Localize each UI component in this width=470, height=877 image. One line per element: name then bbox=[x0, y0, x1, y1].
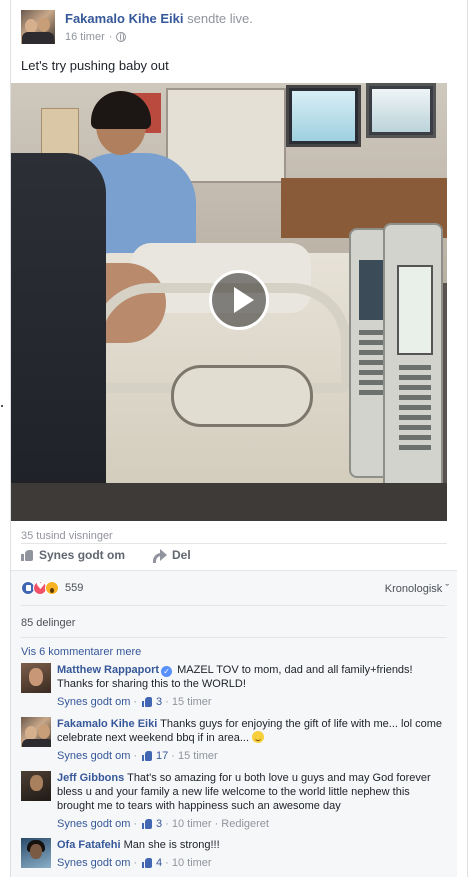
comment-time[interactable]: 15 timer bbox=[178, 749, 218, 763]
divider bbox=[21, 605, 447, 606]
commenter-name[interactable]: Matthew Rappaport bbox=[57, 664, 159, 676]
comment-content: Ofa Fatafehi Man she is strong!!! bbox=[57, 838, 220, 852]
comment-like-link[interactable]: Synes godt om bbox=[57, 817, 130, 831]
verified-badge-icon: ✓ bbox=[161, 666, 173, 677]
comment-sort-dropdown[interactable]: Kronologisk ˇ bbox=[385, 583, 449, 595]
comment-like-link[interactable]: Synes godt om bbox=[57, 695, 130, 709]
comment-body: Jeff Gibbons That's so amazing for u bot… bbox=[57, 771, 447, 831]
comment-item: Matthew Rappaport ✓ MAZEL TOV to mom, dad… bbox=[21, 663, 447, 709]
video-view-count: 35 tusind visninger bbox=[21, 530, 113, 542]
video-frame-floor bbox=[11, 483, 447, 521]
post-text: Let's try pushing baby out bbox=[21, 58, 169, 73]
author-avatar[interactable] bbox=[21, 10, 55, 44]
comment-like-count[interactable]: 3 bbox=[156, 817, 162, 831]
commenter-avatar[interactable] bbox=[21, 717, 51, 747]
post-header-meta: Fakamalo Kihe Eiki sendte live. 16 timer… bbox=[65, 11, 253, 44]
comment-time[interactable]: 10 timer bbox=[172, 856, 212, 870]
commenter-name[interactable]: Jeff Gibbons bbox=[57, 772, 124, 784]
comment-time[interactable]: 15 timer bbox=[172, 695, 212, 709]
share-button[interactable]: Del bbox=[153, 548, 191, 563]
comment-content: Matthew Rappaport ✓ MAZEL TOV to mom, dad… bbox=[57, 663, 447, 691]
post-timestamp[interactable]: 16 timer bbox=[65, 31, 105, 43]
share-button-label: Del bbox=[172, 548, 191, 562]
commenter-name[interactable]: Ofa Fatafehi bbox=[57, 839, 121, 851]
reactions-summary[interactable]: 559 bbox=[21, 581, 83, 595]
thumbs-up-icon bbox=[21, 549, 34, 561]
commenter-avatar[interactable] bbox=[21, 771, 51, 801]
like-button[interactable]: Synes godt om bbox=[21, 548, 125, 562]
thumbs-up-icon bbox=[142, 697, 153, 707]
comment-like-link[interactable]: Synes godt om bbox=[57, 856, 130, 870]
video-frame-monitor bbox=[286, 85, 361, 147]
thumbs-up-icon bbox=[142, 751, 153, 761]
comment-content: Fakamalo Kihe Eiki Thanks guys for enjoy… bbox=[57, 717, 447, 745]
thumbs-up-icon bbox=[142, 819, 153, 829]
commenter-avatar[interactable] bbox=[21, 663, 51, 693]
post-header: Fakamalo Kihe Eiki sendte live. 16 timer… bbox=[21, 10, 253, 44]
view-more-comments-link[interactable]: Vis 6 kommentarer mere bbox=[21, 646, 141, 658]
comment-like-count[interactable]: 4 bbox=[156, 856, 162, 870]
video-frame-infusion-pump bbox=[383, 223, 443, 508]
stray-dot bbox=[1, 405, 3, 407]
comment-text: Man she is strong!!! bbox=[123, 839, 220, 851]
video-frame-poster bbox=[41, 108, 79, 158]
comment-meta: Synes godt om · 3 · 15 timer bbox=[57, 695, 212, 709]
comment-like-count[interactable]: 17 bbox=[156, 749, 168, 763]
share-arrow-icon bbox=[153, 549, 168, 563]
video-frame-whiteboard bbox=[166, 88, 286, 183]
post-actions-bar: Synes godt om Del bbox=[21, 548, 191, 563]
post-subline: 16 timer · bbox=[65, 31, 253, 43]
comment-like-link[interactable]: Synes godt om bbox=[57, 749, 130, 763]
comment-meta: Synes godt om · 4 · 10 timer bbox=[57, 856, 212, 870]
comment-meta: Synes godt om · 17 · 15 timer bbox=[57, 749, 218, 763]
play-icon[interactable] bbox=[209, 270, 269, 330]
comment-item: Ofa Fatafehi Man she is strong!!! Synes … bbox=[21, 838, 447, 870]
comment-like-count[interactable]: 3 bbox=[156, 695, 162, 709]
thumbs-up-icon bbox=[142, 858, 153, 868]
divider bbox=[21, 543, 447, 544]
video-frame-bed-panel bbox=[171, 365, 313, 427]
comment-meta: Synes godt om · 3 · 10 timer · Redigeret bbox=[57, 817, 269, 831]
post-action-text: sendte live. bbox=[187, 11, 253, 26]
author-name[interactable]: Fakamalo Kihe Eiki bbox=[65, 11, 184, 26]
comment-time[interactable]: 10 timer bbox=[172, 817, 212, 831]
separator-dot: · bbox=[108, 31, 113, 43]
video-frame-person bbox=[11, 153, 106, 521]
comment-content: Jeff Gibbons That's so amazing for u bot… bbox=[57, 771, 447, 813]
video-frame-monitor bbox=[366, 83, 436, 138]
comment-body: Ofa Fatafehi Man she is strong!!! Synes … bbox=[57, 838, 220, 870]
wow-icon bbox=[45, 581, 59, 595]
comment-edited-label[interactable]: Redigeret bbox=[221, 817, 269, 831]
globe-icon[interactable] bbox=[116, 32, 127, 42]
comment-body: Matthew Rappaport ✓ MAZEL TOV to mom, dad… bbox=[57, 663, 447, 709]
divider bbox=[21, 637, 447, 638]
smiley-emoji-icon bbox=[252, 731, 265, 743]
video-player[interactable] bbox=[11, 83, 447, 521]
like-button-label: Synes godt om bbox=[39, 548, 126, 562]
comment-item: Fakamalo Kihe Eiki Thanks guys for enjoy… bbox=[21, 717, 447, 763]
share-count-link[interactable]: 85 delinger bbox=[21, 617, 75, 629]
comment-item: Jeff Gibbons That's so amazing for u bot… bbox=[21, 771, 447, 831]
commenter-avatar[interactable] bbox=[21, 838, 51, 868]
commenter-name[interactable]: Fakamalo Kihe Eiki bbox=[57, 718, 157, 730]
post-title-line: Fakamalo Kihe Eiki sendte live. bbox=[65, 11, 253, 26]
reaction-count: 559 bbox=[65, 582, 84, 594]
comment-body: Fakamalo Kihe Eiki Thanks guys for enjoy… bbox=[57, 717, 447, 763]
